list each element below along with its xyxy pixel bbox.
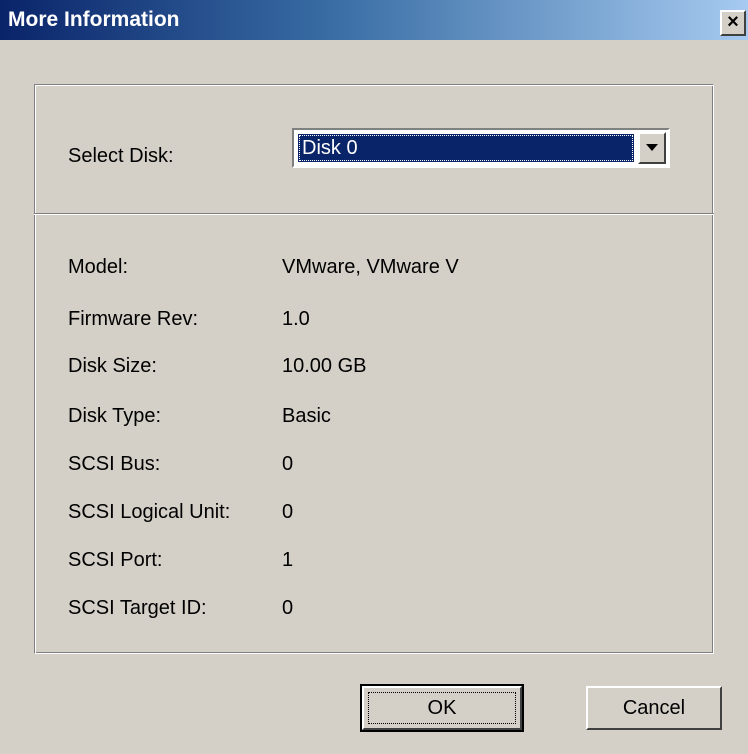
scsi-target-id-label: SCSI Target ID:	[68, 597, 207, 619]
scsi-target-id-value: 0	[282, 597, 294, 619]
disk-type-label: Disk Type:	[68, 405, 161, 427]
disk-size-value: 10.00 GB	[282, 355, 367, 377]
group-divider	[34, 213, 714, 215]
scsi-bus-label: SCSI Bus:	[68, 453, 161, 475]
scsi-port-value: 1	[282, 549, 294, 571]
close-button[interactable]: ×	[720, 10, 746, 36]
disk-type-value: Basic	[282, 405, 331, 427]
disk-select[interactable]: Disk 0	[292, 128, 670, 168]
disk-select-value[interactable]: Disk 0	[298, 134, 634, 162]
scsi-bus-value: 0	[282, 453, 294, 475]
scsi-port-label: SCSI Port:	[68, 549, 163, 571]
select-disk-label: Select Disk:	[68, 145, 174, 167]
cancel-button[interactable]: Cancel	[586, 686, 722, 730]
title-bar[interactable]: More Information ×	[0, 0, 748, 40]
firmware-rev-label: Firmware Rev:	[68, 308, 199, 330]
model-value: VMware, VMware V	[282, 256, 459, 278]
scsi-logical-unit-value: 0	[282, 501, 294, 523]
more-information-dialog: More Information × Select Disk: Disk 0 M…	[0, 0, 748, 754]
ok-button[interactable]: OK	[360, 684, 524, 732]
disk-size-label: Disk Size:	[68, 355, 157, 377]
firmware-rev-value: 1.0	[282, 308, 310, 330]
focus-rect	[368, 692, 516, 724]
dialog-title: More Information	[8, 8, 180, 31]
dropdown-arrow-icon[interactable]	[638, 132, 666, 164]
close-icon: ×	[727, 11, 739, 33]
scsi-logical-unit-label: SCSI Logical Unit:	[68, 501, 231, 523]
model-label: Model:	[68, 256, 129, 278]
